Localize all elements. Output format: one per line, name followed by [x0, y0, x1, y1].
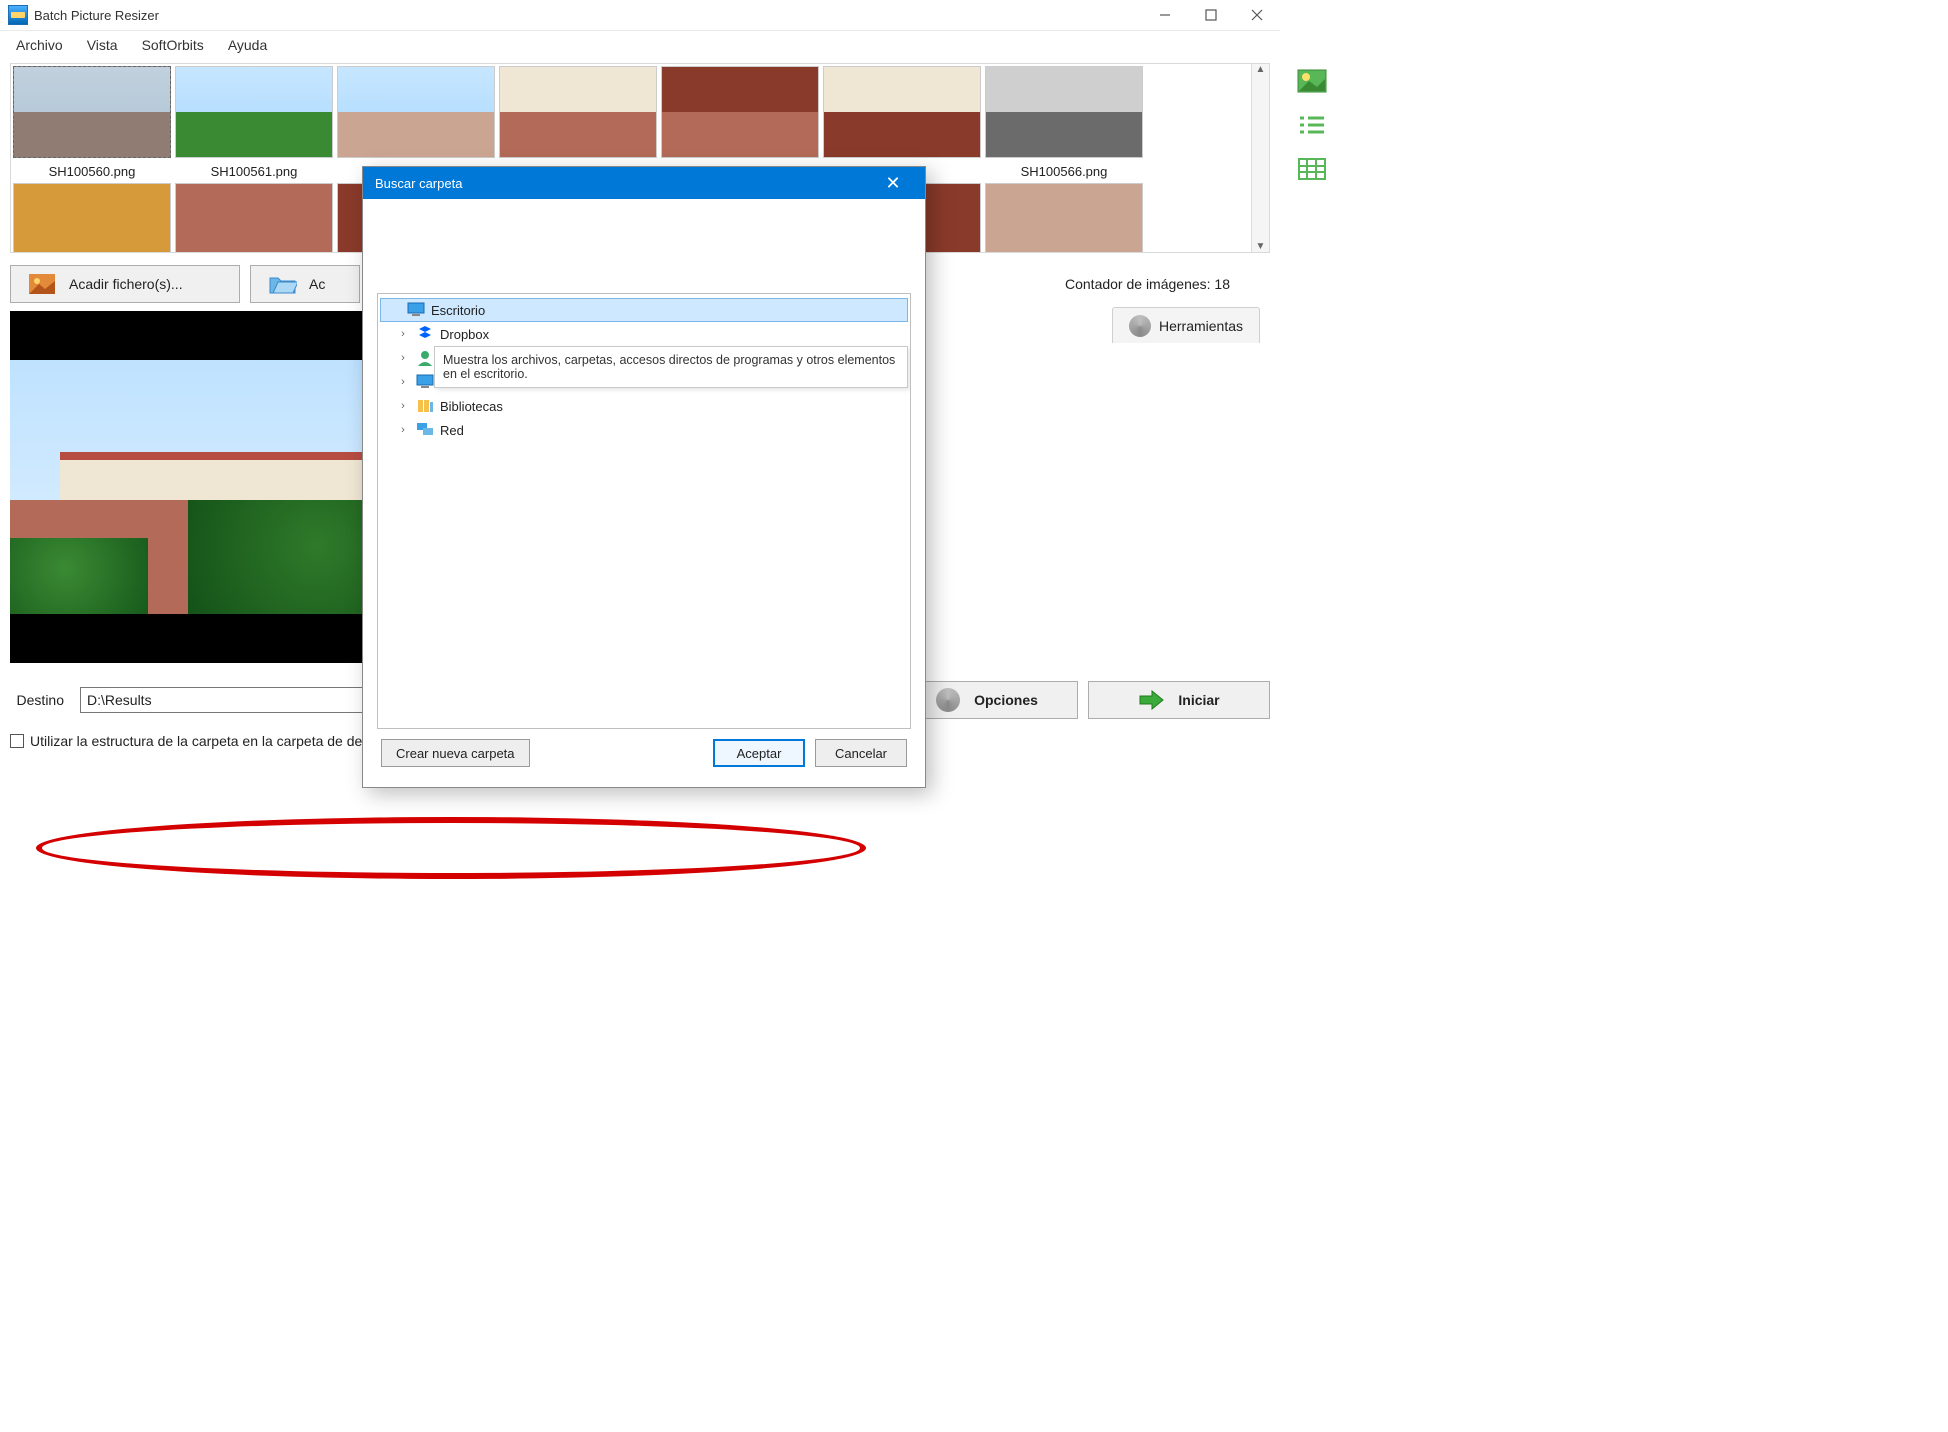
thumbnail-item[interactable]	[499, 66, 657, 179]
thumbnail-item[interactable]: 5.png	[823, 66, 981, 179]
expand-icon[interactable]: ›	[396, 424, 410, 436]
preview-panel	[10, 311, 405, 663]
app-icon	[8, 5, 28, 25]
cancel-button[interactable]: Cancelar	[815, 739, 907, 767]
tree-node-dropbox[interactable]: › Dropbox	[378, 322, 910, 346]
thumbnail-item[interactable]: SH100560.png	[13, 66, 171, 179]
thumbnail-item[interactable]	[337, 66, 495, 179]
tree-tooltip: Muestra los archivos, carpetas, accesos …	[434, 346, 908, 388]
use-folder-structure-checkbox[interactable]	[10, 734, 24, 748]
tree-node-desktop[interactable]: Escritorio	[380, 298, 908, 322]
annotation-ellipse	[36, 817, 866, 879]
monitor-icon	[416, 374, 434, 390]
view-thumbnails-icon[interactable]	[1294, 67, 1330, 95]
image-counter: Contador de imágenes: 18	[1065, 276, 1270, 292]
thumbnail-item[interactable]	[661, 66, 819, 179]
tree-label: Dropbox	[440, 327, 489, 342]
thumbnail-item[interactable]	[175, 183, 333, 252]
thumbnail-item[interactable]	[13, 183, 171, 252]
add-files-button[interactable]: Acadir fichero(s)...	[10, 265, 240, 303]
gear-icon	[936, 688, 960, 712]
thumbnail-item[interactable]: SH100566.png	[985, 66, 1143, 179]
menu-ayuda[interactable]: Ayuda	[218, 33, 277, 57]
new-folder-button[interactable]: Crear nueva carpeta	[381, 739, 530, 767]
thumbnail-caption: SH100560.png	[49, 164, 136, 179]
tree-node-libraries[interactable]: › Bibliotecas	[378, 394, 910, 418]
minimize-button[interactable]	[1142, 0, 1188, 31]
destination-value: D:\Results	[87, 692, 152, 708]
dialog-title: Buscar carpeta	[375, 176, 462, 191]
tree-label: Escritorio	[431, 303, 485, 318]
tree-node-network[interactable]: › Red	[378, 418, 910, 442]
desktop-icon	[407, 302, 425, 318]
user-icon	[416, 350, 434, 366]
network-icon	[416, 422, 434, 438]
view-list-icon[interactable]	[1294, 111, 1330, 139]
start-label: Iniciar	[1178, 692, 1219, 708]
close-button[interactable]	[1234, 0, 1280, 31]
accept-button[interactable]: Aceptar	[713, 739, 805, 767]
tree-label: Red	[440, 423, 464, 438]
menu-bar: Archivo Vista SoftOrbits Ayuda	[0, 31, 1280, 59]
gear-icon	[1129, 315, 1151, 337]
play-arrow-icon	[1138, 690, 1164, 710]
image-icon	[29, 274, 55, 294]
add-folder-label: Ac	[309, 276, 325, 292]
dialog-close-button[interactable]: ✕	[873, 173, 913, 194]
destination-label: Destino	[10, 692, 70, 708]
view-grid-icon[interactable]	[1294, 155, 1330, 183]
folder-open-icon	[269, 274, 295, 294]
expand-icon[interactable]: ›	[396, 352, 410, 364]
use-folder-structure-label: Utilizar la estructura de la carpeta en …	[30, 733, 392, 749]
folder-tree[interactable]: Escritorio › Dropbox › ›	[377, 293, 911, 729]
tab-label: Herramientas	[1159, 318, 1243, 334]
maximize-button[interactable]	[1188, 0, 1234, 31]
thumbnail-scrollbar[interactable]: ▲▼	[1251, 64, 1269, 252]
menu-archivo[interactable]: Archivo	[6, 33, 73, 57]
menu-vista[interactable]: Vista	[77, 33, 128, 57]
dropbox-icon	[416, 326, 434, 342]
tab-herramientas[interactable]: Herramientas	[1112, 307, 1260, 343]
start-button[interactable]: Iniciar	[1088, 681, 1270, 719]
expand-icon[interactable]: ›	[396, 328, 410, 340]
expand-icon[interactable]: ›	[396, 400, 410, 412]
options-label: Opciones	[974, 692, 1038, 708]
libraries-icon	[416, 398, 434, 414]
app-title: Batch Picture Resizer	[34, 8, 159, 23]
expand-icon[interactable]: ›	[396, 376, 410, 388]
dialog-titlebar[interactable]: Buscar carpeta ✕	[363, 167, 925, 199]
thumbnail-caption: SH100566.png	[1021, 164, 1108, 179]
window-titlebar: Batch Picture Resizer	[0, 0, 1280, 31]
thumbnail-caption: SH100561.png	[211, 164, 298, 179]
add-files-label: Acadir fichero(s)...	[69, 276, 183, 292]
thumbnail-item[interactable]	[985, 183, 1143, 252]
tree-label: Bibliotecas	[440, 399, 503, 414]
browse-folder-dialog: Buscar carpeta ✕ Escritorio › Dropbox ›	[362, 166, 926, 788]
thumbnail-item[interactable]: SH100561.png	[175, 66, 333, 179]
add-folder-button[interactable]: Ac	[250, 265, 360, 303]
menu-softorbits[interactable]: SoftOrbits	[132, 33, 214, 57]
